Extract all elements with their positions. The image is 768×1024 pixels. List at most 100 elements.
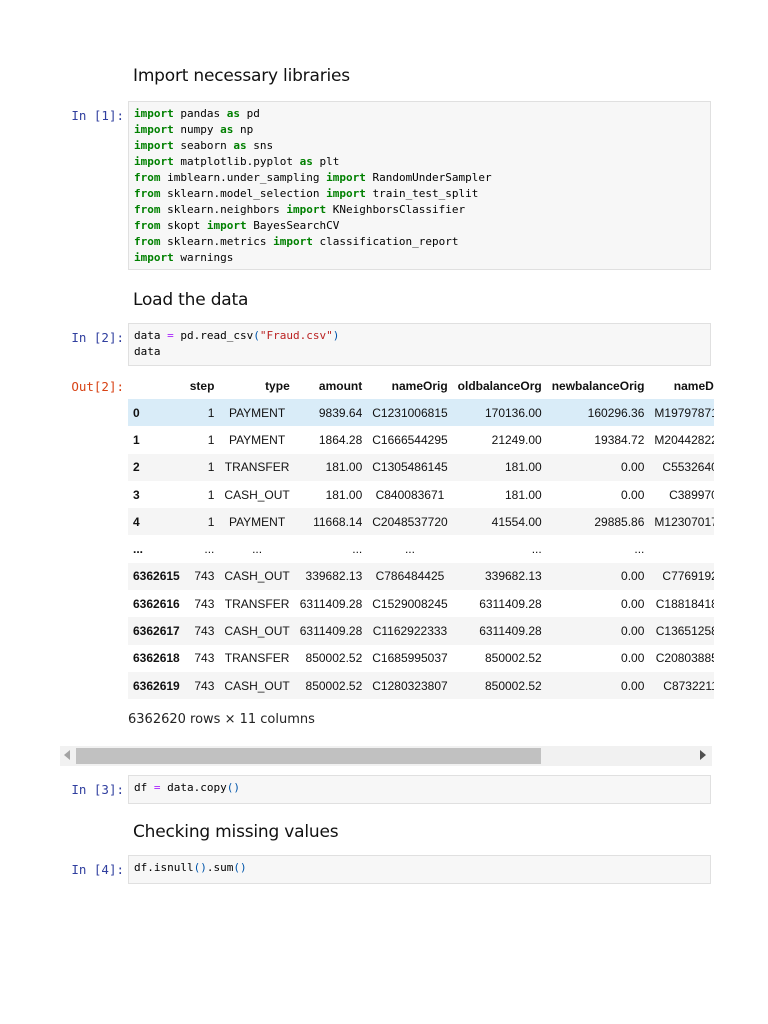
code-line: import matplotlib.pyplot as plt: [134, 154, 705, 170]
table-cell: CASH_OUT: [224, 569, 290, 584]
code-line: from sklearn.neighbors import KNeighbors…: [134, 202, 705, 218]
table-cell: 181.00: [505, 460, 542, 475]
code-token: =: [153, 781, 161, 794]
column-header: amount: [318, 378, 363, 393]
code-token: data: [134, 329, 168, 342]
code-token: import: [326, 171, 366, 184]
table-cell: 850002.52: [305, 678, 363, 693]
code-token: data: [134, 345, 161, 358]
code-token: warnings: [173, 251, 234, 264]
table-cell: 0.00: [621, 596, 645, 611]
code-cell-load-data[interactable]: data = pd.read_csv("Fraud.csv") data: [128, 323, 711, 366]
table-cell: TRANSFER: [224, 651, 290, 666]
code-cell-isnull[interactable]: df.isnull().sum(): [128, 855, 711, 884]
table-cell: CASH_OUT: [224, 487, 290, 502]
code-token: np: [233, 123, 254, 136]
code-line: import numpy as np: [134, 122, 705, 138]
table-row: 6362618 743 TRANSFER 850002.52 C1685995037 85…: [128, 645, 714, 672]
scroll-right-arrow-icon[interactable]: [700, 750, 706, 760]
code-cell-copy[interactable]: df = data.copy(): [128, 775, 711, 804]
row-index: 4: [133, 514, 140, 529]
code-token: KNeighborsClassifier: [326, 203, 466, 216]
table-row: ........................: [128, 535, 714, 562]
scroll-left-arrow-icon[interactable]: [64, 750, 70, 760]
table-cell: ...: [252, 542, 263, 557]
code-token: =: [167, 329, 174, 342]
code-token: BayesSearchCV: [246, 219, 340, 232]
table-row: 6362619 743 CASH_OUT 850002.52 C1280323807 85…: [128, 671, 714, 700]
table-cell: 0.00: [621, 569, 645, 584]
code-token: classification_report: [312, 235, 459, 248]
code-token: import: [134, 123, 174, 136]
table-cell: C1881841831: [655, 596, 714, 611]
table-row: 1 1 PAYMENT 1864.28 C1666544295 21249.00 19384…: [128, 426, 714, 453]
code-token: .sum: [206, 861, 234, 874]
section-heading-load-data: Load the data: [133, 290, 249, 310]
code-token: as: [233, 139, 247, 152]
column-header: nameOrig: [391, 378, 448, 393]
column-header: nameDest: [673, 378, 714, 393]
code-token: from: [134, 171, 161, 184]
code-token: from: [134, 235, 161, 248]
code-token: plt: [312, 155, 340, 168]
table-row: 6362616 743 TRANSFER 6311409.28 C1529008245 6…: [128, 590, 714, 617]
table-cell: TRANSFER: [224, 596, 290, 611]
table-cell: 743: [194, 651, 215, 666]
section-heading-imports: Import necessary libraries: [133, 66, 350, 86]
table-cell: C1280323807: [372, 678, 448, 693]
code-token: "Fraud.csv": [259, 329, 333, 342]
table-cell: 9839.64: [318, 405, 363, 420]
table-cell: 850002.52: [484, 678, 542, 693]
code-token: RandomUnderSampler: [365, 171, 492, 184]
code-token: import: [134, 155, 174, 168]
table-row: 6362615 743 CASH_OUT 339682.13 C786484425 339…: [128, 562, 714, 591]
table-cell: 181.00: [325, 460, 363, 475]
code-line: from sklearn.metrics import classificati…: [134, 234, 705, 250]
table-cell: 170136.00: [484, 405, 542, 420]
output-prompt-2: Out[2]:: [71, 379, 124, 394]
code-token: import: [286, 203, 327, 216]
code-token: numpy: [173, 123, 221, 136]
code-token: train_test_split: [365, 187, 479, 200]
table-cell: C1305486145: [372, 460, 448, 475]
code-token: from: [134, 187, 161, 200]
code-token: data.copy: [160, 781, 227, 794]
row-index: 6362617: [133, 624, 180, 639]
table-cell: 850002.52: [484, 651, 542, 666]
table-cell: C38997010: [669, 487, 714, 502]
table-header-row: step type amount nameOrig oldbalanceOrg newba…: [128, 372, 714, 399]
code-token: from: [134, 203, 161, 216]
table-cell: C776919290: [662, 569, 714, 584]
scrollbar-thumb[interactable]: [76, 748, 541, 764]
table-cell: ...: [404, 542, 415, 557]
table-cell: C1685995037: [372, 651, 448, 666]
table-cell: 1: [207, 405, 215, 420]
table-cell: 850002.52: [305, 651, 363, 666]
row-index: 6362616: [133, 596, 180, 611]
column-header: oldbalanceOrg: [457, 378, 542, 393]
table-cell: M2044282225: [654, 432, 714, 447]
code-cell-imports[interactable]: import pandas as pd import numpy as np imp…: [128, 101, 711, 270]
code-token: (): [226, 781, 240, 794]
table-cell: TRANSFER: [224, 460, 290, 475]
table-cell: C1231006815: [372, 405, 448, 420]
table-cell: 1864.28: [318, 432, 363, 447]
input-prompt-3: In [3]:: [71, 782, 124, 797]
code-line: import pandas as pd: [134, 106, 705, 122]
table-cell: 743: [194, 569, 215, 584]
code-line: import seaborn as sns: [134, 138, 705, 154]
code-token: from: [134, 219, 161, 232]
dataframe-dimensions: 6362620 rows × 11 columns: [128, 712, 315, 727]
code-line: data = pd.read_csv("Fraud.csv"): [134, 328, 705, 344]
table-cell: 743: [194, 678, 215, 693]
table-row: 0 1 PAYMENT 9839.64 C1231006815 170136.00 1602…: [128, 399, 714, 427]
table-cell: C1162922333: [372, 624, 448, 639]
table-cell: 1: [207, 487, 215, 502]
table-row: 3 1 CASH_OUT 181.00 C840083671 181.00 0.00 C389…: [128, 481, 714, 508]
code-token: (: [253, 329, 260, 342]
code-token: imblearn.under_sampling: [160, 171, 327, 184]
column-header: step: [189, 378, 215, 393]
horizontal-scrollbar[interactable]: [60, 746, 712, 766]
row-index: 6362618: [133, 651, 180, 666]
table-cell: 0.00: [621, 624, 645, 639]
